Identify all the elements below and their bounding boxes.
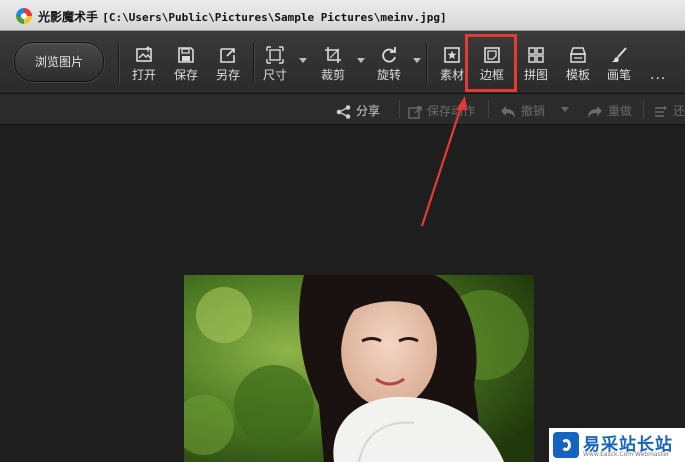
save-as-button[interactable]: 另存 (208, 43, 248, 87)
resize-label: 尺寸 (262, 68, 287, 82)
crop-button[interactable]: 裁剪 (313, 43, 353, 87)
save-icon (178, 47, 194, 63)
border-button-highlight (465, 34, 517, 92)
brush-icon (612, 47, 627, 62)
brush-label: 画笔 (606, 68, 631, 82)
action-divider (643, 100, 644, 118)
undo-icon (501, 105, 515, 118)
save-action-button[interactable]: 保存动作 (408, 102, 475, 119)
resize-icon (266, 46, 284, 64)
undo-label: 撤销 (521, 104, 546, 118)
open-label: 打开 (131, 68, 156, 82)
photo-illustration (184, 275, 534, 462)
app-name: 光影魔术手 (38, 10, 99, 24)
save-action-icon (408, 105, 422, 119)
redo-icon (588, 105, 602, 118)
watermark-logo-icon (553, 432, 579, 458)
template-label: 模板 (565, 68, 590, 82)
overflow-button[interactable]: 还 (654, 102, 685, 119)
photo-image (184, 275, 534, 462)
rotate-icon (382, 47, 396, 63)
watermark-url: Www.Easck.Com Webmaster (583, 451, 670, 458)
more-options-icon[interactable]: ··· (650, 71, 666, 87)
share-button[interactable]: 分享 (336, 102, 380, 119)
watermark: 易采站长站 Www.Easck.Com Webmaster (549, 428, 685, 462)
open-icon (136, 46, 152, 62)
main-toolbar: 浏览图片 打开 保存 另存 尺寸 裁剪 旋转 素材 边框 拼图 模板 画笔 ··… (0, 31, 685, 110)
overflow-icon (655, 105, 667, 117)
material-icon (444, 47, 460, 63)
share-label: 分享 (356, 104, 381, 118)
save-label: 保存 (173, 68, 198, 82)
save-as-icon (220, 48, 235, 63)
rotate-label: 旋转 (376, 68, 401, 82)
crop-icon (325, 47, 341, 63)
redo-label: 重做 (608, 104, 633, 118)
action-divider (488, 100, 489, 118)
crop-dropdown-arrow-icon[interactable] (357, 58, 365, 63)
crop-label: 裁剪 (320, 68, 345, 82)
brush-button[interactable]: 画笔 (599, 43, 639, 87)
save-button[interactable]: 保存 (166, 43, 206, 87)
save-as-label: 另存 (215, 68, 240, 82)
overflow-label: 还 (673, 104, 685, 118)
rotate-dropdown-arrow-icon[interactable] (413, 58, 421, 63)
title-bar: 光影魔术手 [C:\Users\Public\Pictures\Sample P… (0, 0, 685, 31)
browse-images-button[interactable]: 浏览图片 (14, 42, 104, 82)
app-logo-icon (16, 8, 32, 24)
save-action-label: 保存动作 (427, 104, 476, 118)
collage-label: 拼图 (523, 68, 548, 82)
action-divider (399, 100, 400, 118)
collage-icon (528, 47, 544, 63)
undo-button[interactable]: 撤销 (500, 102, 545, 119)
file-path: [C:\Users\Public\Pictures\Sample Picture… (102, 11, 447, 24)
collage-button[interactable]: 拼图 (516, 43, 556, 87)
open-button[interactable]: 打开 (124, 43, 164, 87)
window-title: 光影魔术手 [C:\Users\Public\Pictures\Sample P… (38, 8, 447, 25)
share-icon (336, 104, 351, 119)
resize-button[interactable]: 尺寸 (255, 43, 295, 87)
template-icon (569, 47, 587, 63)
undo-dropdown-arrow-icon[interactable] (561, 107, 569, 112)
toolbar-divider (426, 43, 428, 83)
template-button[interactable]: 模板 (558, 43, 598, 87)
toolbar-divider (118, 43, 120, 83)
resize-dropdown-arrow-icon[interactable] (299, 58, 307, 63)
redo-button[interactable]: 重做 (587, 102, 632, 119)
rotate-button[interactable]: 旋转 (369, 43, 409, 87)
action-bar: 分享 保存动作 撤销 重做 还 (0, 94, 685, 125)
